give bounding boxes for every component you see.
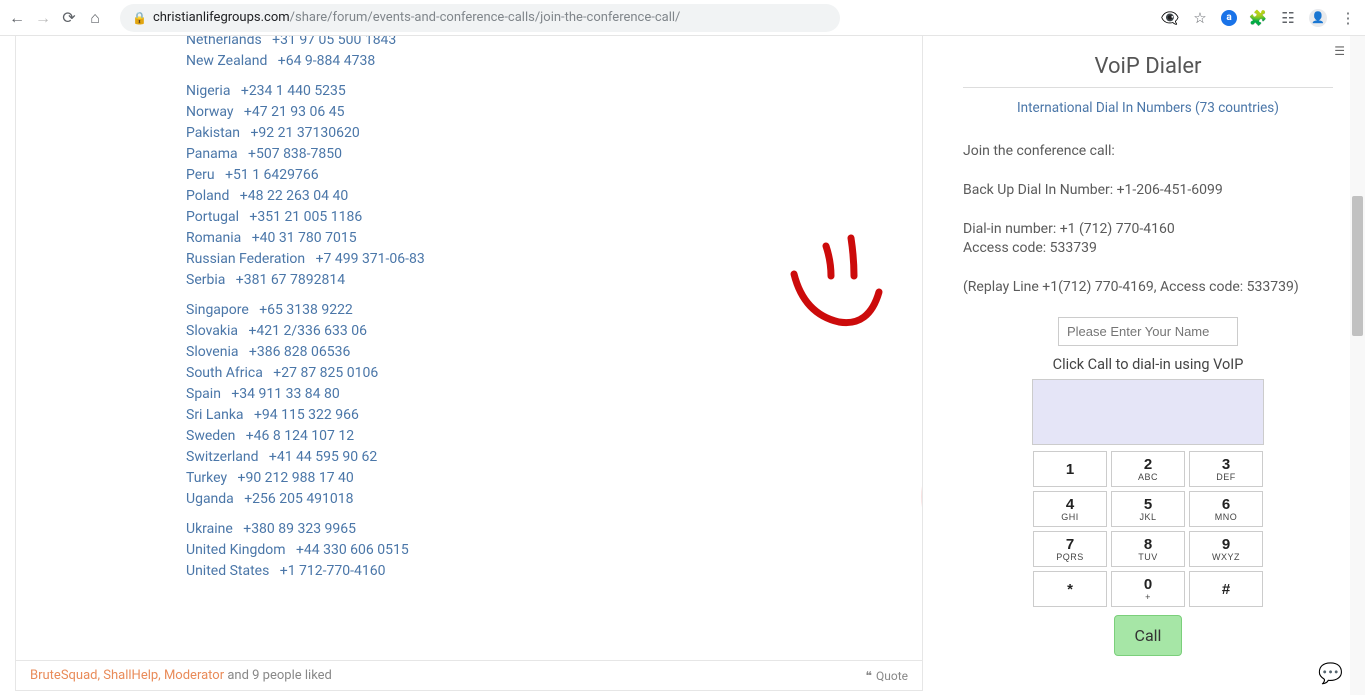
address-bar[interactable]: 🔒 christianlifegroups.com/share/forum/ev… [120,4,840,32]
dial-in-row[interactable]: Netherlands +31 97 05 500 1843 [186,36,425,51]
quote-label: Quote [876,669,908,683]
dial-in-row[interactable]: Singapore +65 3138 9222 [186,300,425,321]
playlist-icon[interactable]: ☷ [1279,9,1297,27]
dial-in-row[interactable]: United Kingdom +44 330 606 0515 [186,540,425,561]
dialer-keypad: 12ABC3DEF 4GHI5JKL6MNO 7PQRS8TUV9WXYZ *0+# [1019,451,1277,607]
dial-in-row[interactable]: Sri Lanka +94 115 322 966 [186,405,425,426]
browser-toolbar: ← → ⟳ ⌂ 🔒 christianlifegroups.com/share/… [0,0,1365,36]
dialer-subtitle: Click Call to dial-in using VoIP [1019,356,1277,373]
dialer-display[interactable] [1032,379,1264,445]
forum-post: Netherlands +31 97 05 500 1843New Zealan… [15,36,923,691]
dial-in-row[interactable]: Turkey +90 212 988 17 40 [186,468,425,489]
dial-in-row[interactable]: Nigeria +234 1 440 5235 [186,81,425,102]
dial-in-row[interactable]: Sweden +46 8 124 107 12 [186,426,425,447]
reload-icon[interactable]: ⟳ [60,9,78,27]
keypad-key-*[interactable]: * [1033,571,1107,607]
voip-title: VoiP Dialer [963,54,1333,79]
dial-in-row[interactable]: Peru +51 1 6429766 [186,165,425,186]
dial-in-row[interactable]: Switzerland +41 44 595 90 62 [186,447,425,468]
dial-in-row[interactable]: Panama +507 838-7850 [186,144,425,165]
dial-in-row[interactable]: Serbia +381 67 7892814 [186,270,425,291]
dial-in-row[interactable]: Romania +40 31 780 7015 [186,228,425,249]
dial-in-row[interactable]: South Africa +27 87 825 0106 [186,363,425,384]
keypad-key-6[interactable]: 6MNO [1189,491,1263,527]
forward-icon[interactable]: → [34,9,52,27]
scrollbar[interactable] [1350,36,1365,695]
backup-number-line: Back Up Dial In Number: +1-206-451-6099 [963,181,1333,200]
dial-in-row[interactable]: Slovakia +421 2/336 633 06 [186,321,425,342]
home-icon[interactable]: ⌂ [86,9,104,27]
join-line: Join the conference call: [963,142,1333,161]
liker-names[interactable]: BruteSquad, ShallHelp, Moderator [30,668,224,683]
quote-button[interactable]: ❝ Quote [866,669,908,683]
dial-in-row[interactable]: Slovenia +386 828 06536 [186,342,425,363]
keypad-key-7[interactable]: 7PQRS [1033,531,1107,567]
dial-in-row[interactable]: Russian Federation +7 499 371-06-83 [186,249,425,270]
dial-in-row[interactable]: United States +1 712-770-4160 [186,561,425,582]
dial-in-row[interactable]: Ukraine +380 89 323 9965 [186,519,425,540]
dialin-number-line: Dial-in number: +1 (712) 770-4160 [963,220,1333,239]
profile-avatar[interactable]: 👤 [1309,9,1327,27]
keypad-key-9[interactable]: 9WXYZ [1189,531,1263,567]
keypad-key-#[interactable]: # [1189,571,1263,607]
keypad-key-8[interactable]: 8TUV [1111,531,1185,567]
dial-in-row[interactable]: Norway +47 21 93 06 45 [186,102,425,123]
caller-name-input[interactable] [1058,317,1238,346]
keypad-key-2[interactable]: 2ABC [1111,451,1185,487]
access-code-line: Access code: 533739 [963,239,1333,258]
dial-in-row[interactable]: New Zealand +64 9-884 4738 [186,51,425,72]
voip-dialer-widget: Click Call to dial-in using VoIP 12ABC3D… [1019,317,1277,656]
dial-in-row[interactable]: Poland +48 22 263 04 40 [186,186,425,207]
keypad-key-0[interactable]: 0+ [1111,571,1185,607]
url-host: christianlifegroups.com/share/forum/even… [153,10,680,25]
keypad-key-4[interactable]: 4GHI [1033,491,1107,527]
scribble-drawing [776,56,923,691]
star-icon[interactable]: ☆ [1191,9,1209,27]
eye-off-icon[interactable]: 👁️‍🗨️ [1161,9,1179,27]
dial-in-row[interactable]: Portugal +351 21 005 1186 [186,207,425,228]
keypad-key-1[interactable]: 1 [1033,451,1107,487]
intl-numbers-link[interactable]: International Dial In Numbers (73 countr… [963,100,1333,116]
kebab-menu-icon[interactable]: ⋮ [1339,9,1357,27]
quote-icon: ❝ [866,669,872,683]
page-viewport: ☰ Netherlands +31 97 05 500 1843New Zeal… [0,36,1365,695]
dial-in-row[interactable]: Uganda +256 205 491018 [186,489,425,510]
voip-sidebar: VoiP Dialer International Dial In Number… [963,54,1333,656]
chat-icon[interactable]: 💬 [1318,661,1343,685]
extension-a-icon[interactable]: a [1221,10,1237,26]
scrollbar-thumb[interactable] [1352,196,1363,336]
replay-line: (Replay Line +1(712) 770-4169, Access co… [963,278,1333,297]
dial-in-row[interactable]: Pakistan +92 21 37130620 [186,123,425,144]
keypad-key-5[interactable]: 5JKL [1111,491,1185,527]
call-button[interactable]: Call [1114,615,1183,656]
keypad-key-3[interactable]: 3DEF [1189,451,1263,487]
dial-in-number-list: Netherlands +31 97 05 500 1843New Zealan… [186,36,425,591]
back-icon[interactable]: ← [8,9,26,27]
post-footer: BruteSquad, ShallHelp, Moderator and 9 p… [16,660,922,690]
puzzle-icon[interactable]: 🧩 [1249,9,1267,27]
liker-rest: and 9 people liked [224,668,332,683]
divider [963,87,1333,88]
page-menu-icon[interactable]: ☰ [1334,44,1345,58]
dial-in-row[interactable]: Spain +34 911 33 84 80 [186,384,425,405]
lock-icon: 🔒 [132,11,147,25]
